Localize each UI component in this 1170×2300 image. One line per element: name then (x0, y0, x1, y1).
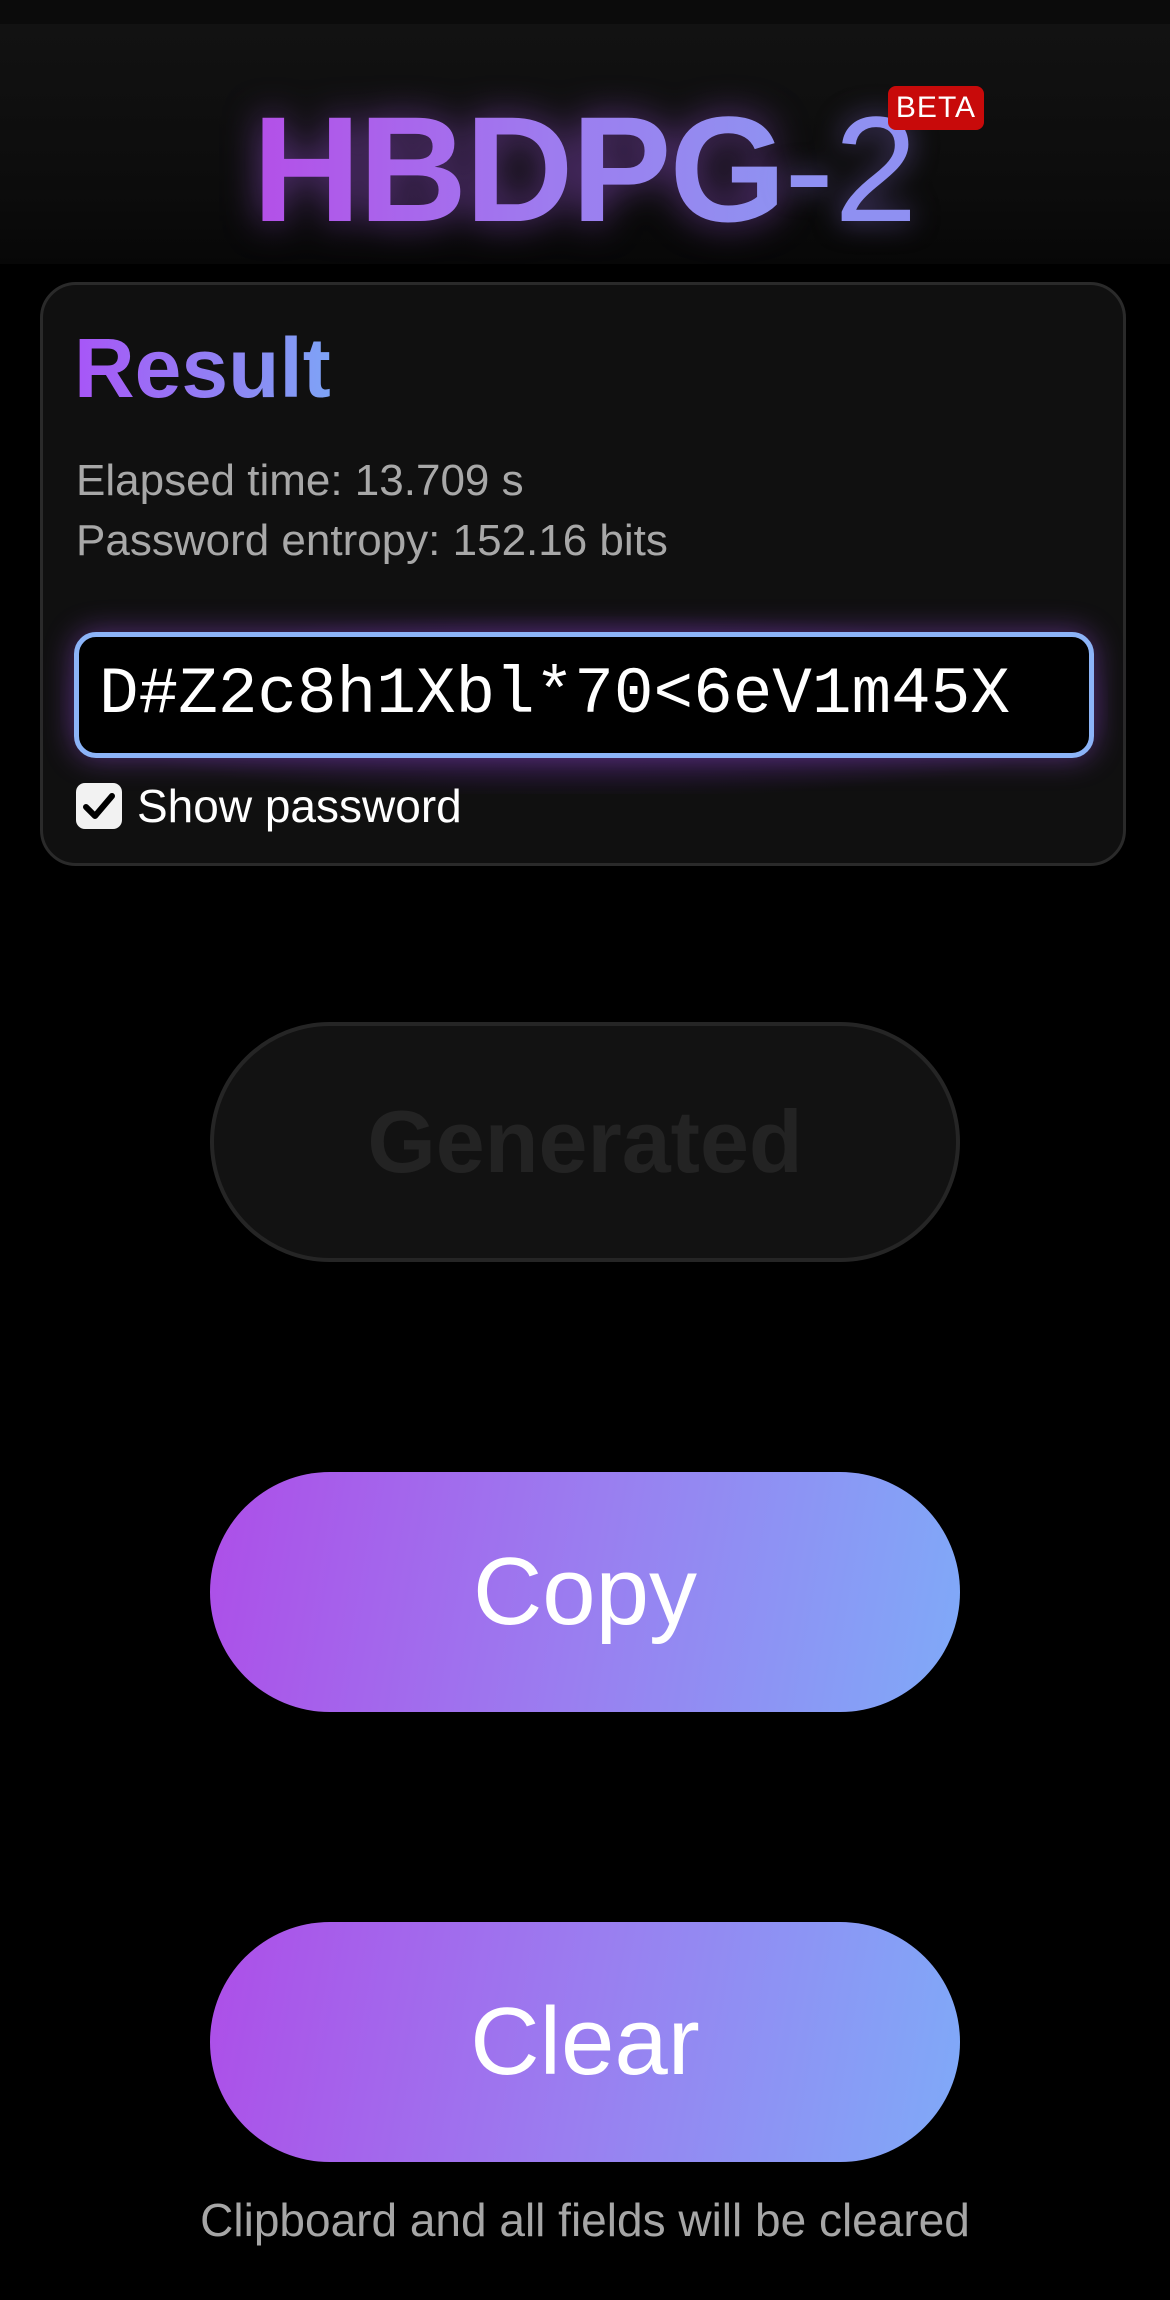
show-password-checkbox[interactable] (76, 783, 122, 829)
beta-badge: BETA (888, 86, 984, 130)
password-entropy: Password entropy: 152.16 bits (76, 516, 668, 565)
generated-button[interactable]: Generated (210, 1022, 960, 1262)
show-password-label[interactable]: Show password (137, 778, 462, 834)
check-icon (83, 793, 115, 819)
top-bar (0, 0, 1170, 24)
clear-button[interactable]: Clear (210, 1922, 960, 2162)
elapsed-time: Elapsed time: 13.709 s (76, 456, 524, 505)
app-header: HBDPG-2 BETA (0, 24, 1170, 264)
password-output-field[interactable]: D#Z2c8h1Xbl*70<6eV1m45X (74, 632, 1094, 758)
logo-main-text: HBDPG (252, 85, 786, 253)
copy-button[interactable]: Copy (210, 1472, 960, 1712)
app-logo: HBDPG-2 (0, 74, 1170, 264)
clear-hint: Clipboard and all fields will be cleared (200, 2194, 970, 2246)
result-title: Result (74, 318, 331, 418)
